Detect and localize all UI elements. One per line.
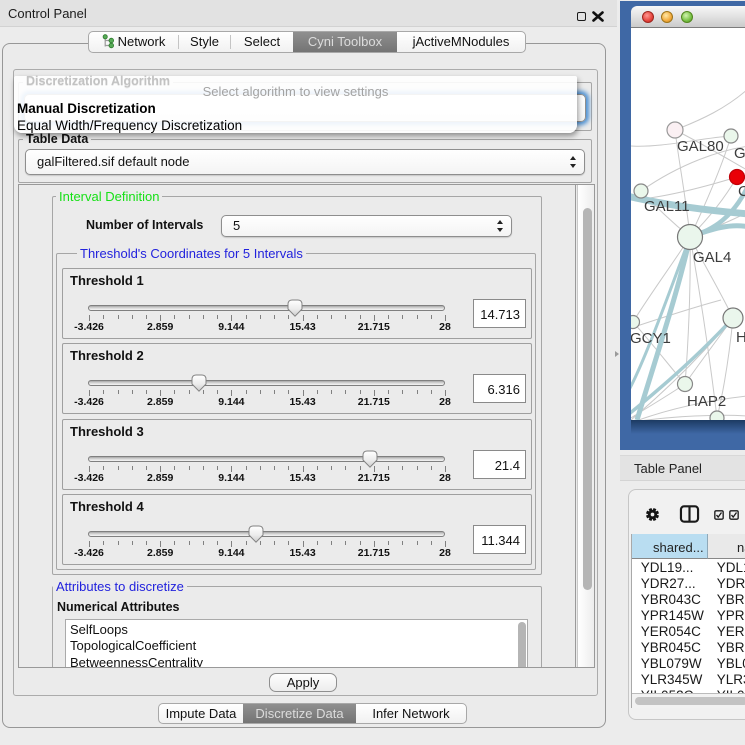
svg-text:HAP2: HAP2 [687, 393, 726, 410]
svg-text:GAL11: GAL11 [644, 198, 690, 215]
svg-text:GAL4: GAL4 [693, 249, 731, 266]
svg-text:H: H [736, 329, 745, 346]
svg-text:GAL80: GAL80 [677, 138, 724, 155]
svg-text:GA: GA [734, 145, 745, 162]
svg-text:C: C [738, 183, 745, 200]
svg-text:GCY1: GCY1 [631, 330, 671, 347]
